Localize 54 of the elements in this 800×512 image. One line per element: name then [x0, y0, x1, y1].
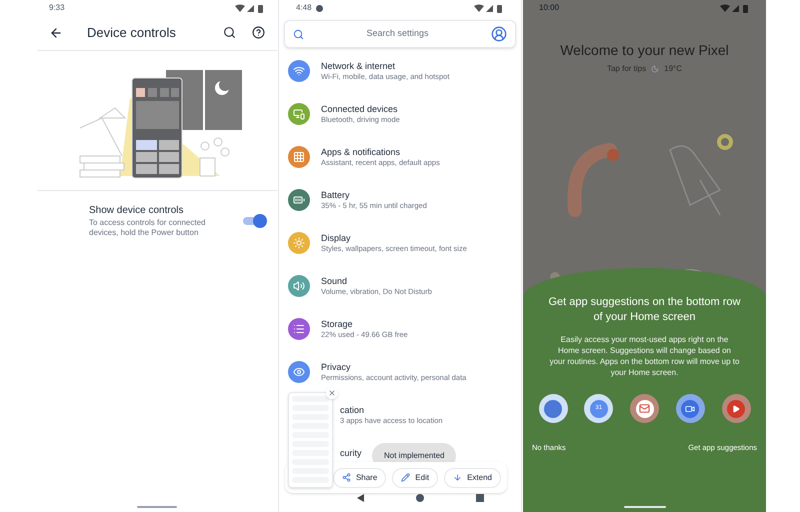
screenshot-thumbnail[interactable]: [288, 392, 333, 488]
item-title: Privacy: [321, 361, 352, 373]
share-icon: [342, 473, 351, 482]
moon-icon: [651, 65, 660, 73]
recents-nav-button[interactable]: [476, 494, 484, 502]
sheet-body: Easily access your most-used apps right on the Home screen. Suggestions will change based on your routines. Apps on the bottom row will move up to your Home screen.: [550, 334, 740, 378]
setting-description: To access controls for connected devices, hold the Power button: [89, 218, 207, 238]
sheet-title: Get app suggestions on the bottom row of your Home screen: [547, 295, 742, 325]
video-camera-icon: [685, 404, 696, 414]
search-icon[interactable]: [223, 26, 236, 39]
status-time: 10:00: [539, 2, 560, 14]
welcome-title: Welcome to your new Pixel: [559, 41, 730, 60]
back-nav-icon[interactable]: [356, 494, 364, 502]
envelope-icon: [639, 403, 650, 414]
app-icon[interactable]: [676, 394, 705, 423]
help-icon[interactable]: [252, 26, 265, 39]
status-time: 9:33: [49, 2, 65, 14]
app-icon[interactable]: [538, 394, 568, 423]
temperature: 19°C: [664, 63, 682, 75]
play-icon: [732, 404, 740, 412]
status-icons: [720, 4, 750, 12]
toast-message: Not implemented: [384, 450, 444, 462]
search-field[interactable]: Search settings: [284, 20, 516, 48]
item-title: Network & internet: [321, 60, 396, 72]
screenshot-action-button[interactable]: Extend: [444, 468, 501, 488]
app-icon[interactable]: [630, 394, 659, 423]
toggle-switch[interactable]: [243, 216, 265, 224]
item-title: cation: [340, 404, 366, 416]
item-title: Display: [321, 232, 352, 244]
setting-title: Show device controls: [89, 204, 184, 218]
home-indicator: [137, 506, 177, 508]
item-title: Battery: [321, 189, 351, 201]
search-placeholder: Search settings: [365, 27, 430, 40]
item-title: Connected devices: [321, 103, 399, 115]
app-icon[interactable]: [722, 394, 750, 423]
notification-icon: [316, 4, 323, 12]
status-icons: [474, 4, 504, 12]
item-title: Sound: [321, 275, 348, 287]
item-title: Storage: [321, 318, 354, 330]
screenshot-action-button[interactable]: Edit: [392, 468, 438, 488]
item-title: Apps & notifications: [321, 146, 402, 158]
edit-icon: [401, 473, 410, 482]
page-title: Device controls: [87, 24, 177, 42]
thumbnail-close-button[interactable]: [326, 387, 338, 399]
account-icon[interactable]: [491, 26, 507, 42]
status-icons: [235, 4, 265, 12]
home-indicator: [624, 506, 666, 508]
extend-icon: [453, 473, 462, 482]
search-icon: [293, 28, 304, 40]
screenshot-action-button[interactable]: Share: [332, 468, 386, 488]
status-time: 4:48: [296, 2, 312, 14]
back-icon[interactable]: [49, 26, 63, 40]
close-icon: [328, 389, 336, 397]
home-nav-button[interactable]: [416, 494, 424, 502]
